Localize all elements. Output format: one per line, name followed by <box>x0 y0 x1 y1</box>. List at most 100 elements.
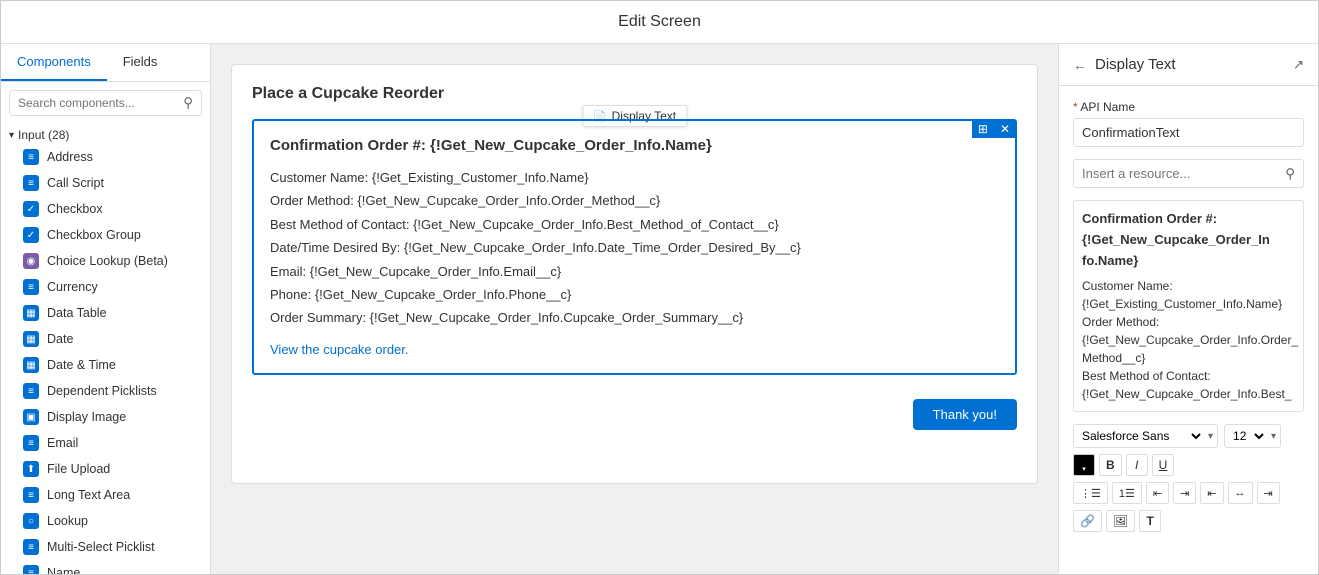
resource-search-input[interactable] <box>1074 160 1277 187</box>
block-move-icon[interactable]: ⊞ <box>972 120 994 138</box>
right-panel-body: * API Name ⚲ Confirmation Order #: {!Get… <box>1059 86 1318 574</box>
component-label: Currency <box>47 280 98 294</box>
search-box: ⚲ <box>9 90 202 116</box>
down-arrow-icon: ▾ <box>1082 465 1086 473</box>
api-name-input[interactable] <box>1073 118 1304 147</box>
tab-fields[interactable]: Fields <box>107 44 174 81</box>
component-icon: ✓ <box>23 201 39 217</box>
list-item[interactable]: ▦ Date & Time <box>1 352 210 378</box>
expand-icon[interactable]: ↗ <box>1293 57 1304 73</box>
list-item[interactable]: ≡ Name <box>1 560 210 574</box>
button-row: Thank you! <box>252 391 1017 438</box>
list-item[interactable]: ⬆ File Upload <box>1 456 210 482</box>
align-right-button[interactable]: ⇥ <box>1257 482 1280 504</box>
color-picker[interactable]: ▾ <box>1073 454 1095 476</box>
selected-block[interactable]: ⊞ ✕ Confirmation Order #: {!Get_New_Cupc… <box>252 119 1017 375</box>
italic-button[interactable]: I <box>1126 454 1148 476</box>
resource-search-icon[interactable]: ⚲ <box>1277 161 1303 187</box>
chevron-down-icon: ▾ <box>9 130 14 141</box>
app-container: Edit Screen Components Fields ⚲ ▾ Input … <box>0 0 1319 575</box>
component-icon: ≡ <box>23 539 39 555</box>
component-label: Dependent Picklists <box>47 384 157 398</box>
sidebar: Components Fields ⚲ ▾ Input (28) ≡ Addre… <box>1 44 211 574</box>
component-label: Date & Time <box>47 358 116 372</box>
component-label: Checkbox Group <box>47 228 141 242</box>
list-item[interactable]: ≡ Long Text Area <box>1 482 210 508</box>
list-item[interactable]: ◉ Choice Lookup (Beta) <box>1 248 210 274</box>
body-line-4: Email: {!Get_New_Cupcake_Order_Info.Emai… <box>270 260 999 283</box>
component-label: Multi-Select Picklist <box>47 540 155 554</box>
list-item[interactable]: ≡ Email <box>1 430 210 456</box>
body-line-3: Date/Time Desired By: {!Get_New_Cupcake_… <box>270 236 999 259</box>
component-icon: ≡ <box>23 175 39 191</box>
confirmation-body: Customer Name: {!Get_Existing_Customer_I… <box>270 166 999 330</box>
ordered-list-button[interactable]: 1☰ <box>1112 482 1142 504</box>
preview-text: Confirmation Order #: {!Get_New_Cupcake_… <box>1073 200 1304 412</box>
component-icon: ⬆ <box>23 461 39 477</box>
api-name-label: * API Name <box>1073 100 1304 114</box>
indent-decrease-button[interactable]: ⇤ <box>1146 482 1169 504</box>
component-icon: ▣ <box>23 409 39 425</box>
underline-button[interactable]: U <box>1152 454 1175 476</box>
component-label: Call Script <box>47 176 104 190</box>
font-toolbar: Salesforce Sans Arial Times New Roman ▾ … <box>1073 424 1304 448</box>
section-label: Input (28) <box>18 128 69 142</box>
list-item[interactable]: ≡ Multi-Select Picklist <box>1 534 210 560</box>
component-icon: ▦ <box>23 357 39 373</box>
components-section[interactable]: ▾ Input (28) <box>1 124 210 144</box>
tab-components[interactable]: Components <box>1 44 107 81</box>
component-label: Checkbox <box>47 202 103 216</box>
block-delete-icon[interactable]: ✕ <box>994 120 1016 138</box>
list-item[interactable]: ≡ Dependent Picklists <box>1 378 210 404</box>
insert-toolbar: 🔗 🖼 T <box>1073 510 1304 532</box>
list-item[interactable]: ✓ Checkbox Group <box>1 222 210 248</box>
component-icon: ≡ <box>23 435 39 451</box>
font-family-select[interactable]: Salesforce Sans Arial Times New Roman <box>1074 425 1204 447</box>
align-toolbar: ⋮☰ 1☰ ⇤ ⇥ ⇤ ↔ ⇥ <box>1073 482 1304 504</box>
bold-button[interactable]: B <box>1099 454 1122 476</box>
component-label: Address <box>47 150 93 164</box>
component-icon: ≡ <box>23 565 39 574</box>
panel-title: Display Text <box>1095 56 1285 73</box>
font-size-select[interactable]: 12 1011 14161824 <box>1225 425 1267 447</box>
preview-body: Customer Name: {!Get_Existing_Customer_I… <box>1082 277 1295 403</box>
indent-increase-button[interactable]: ⇥ <box>1173 482 1196 504</box>
view-link[interactable]: View the cupcake order. <box>270 342 999 357</box>
required-marker: * <box>1073 100 1078 114</box>
list-item[interactable]: ▦ Date <box>1 326 210 352</box>
screen-card: Place a Cupcake Reorder 📄 Display Text ⊞… <box>231 64 1038 484</box>
list-item[interactable]: ≡ Call Script <box>1 170 210 196</box>
format-toolbar: ▾ B I U <box>1073 454 1304 476</box>
component-label: Data Table <box>47 306 107 320</box>
component-icon: ≡ <box>23 487 39 503</box>
list-item[interactable]: ▣ Display Image <box>1 404 210 430</box>
right-panel-header: ← Display Text ↗ <box>1059 44 1318 86</box>
body-line-6: Order Summary: {!Get_New_Cupcake_Order_I… <box>270 306 999 329</box>
block-actions: ⊞ ✕ <box>972 120 1016 138</box>
component-label: Long Text Area <box>47 488 130 502</box>
component-list: ≡ Address ≡ Call Script ✓ Checkbox ✓ Che… <box>1 144 210 574</box>
component-icon: ▦ <box>23 331 39 347</box>
font-family-select-wrap: Salesforce Sans Arial Times New Roman ▾ <box>1073 424 1218 448</box>
align-left-button[interactable]: ⇤ <box>1200 482 1223 504</box>
unordered-list-button[interactable]: ⋮☰ <box>1073 482 1108 504</box>
align-center-button[interactable]: ↔ <box>1228 482 1253 504</box>
list-item[interactable]: ▦ Data Table <box>1 300 210 326</box>
font-size-arrow-icon: ▾ <box>1267 428 1280 445</box>
clear-format-button[interactable]: T <box>1139 510 1161 532</box>
list-item[interactable]: ✓ Checkbox <box>1 196 210 222</box>
component-icon: ◉ <box>23 253 39 269</box>
search-input[interactable] <box>10 91 175 115</box>
list-item[interactable]: ≡ Currency <box>1 274 210 300</box>
component-label: Date <box>47 332 73 346</box>
back-button[interactable]: ← <box>1073 57 1087 73</box>
list-item[interactable]: ≡ Address <box>1 144 210 170</box>
component-icon: ≡ <box>23 149 39 165</box>
list-item[interactable]: ○ Lookup <box>1 508 210 534</box>
display-text-container: 📄 Display Text ⊞ ✕ Confirmation Order #:… <box>252 119 1017 375</box>
search-icon-button[interactable]: ⚲ <box>175 91 201 115</box>
thank-you-button[interactable]: Thank you! <box>913 399 1017 430</box>
preview-header: Confirmation Order #: {!Get_New_Cupcake_… <box>1082 209 1295 271</box>
link-button[interactable]: 🔗 <box>1073 510 1102 532</box>
image-button[interactable]: 🖼 <box>1106 510 1135 532</box>
